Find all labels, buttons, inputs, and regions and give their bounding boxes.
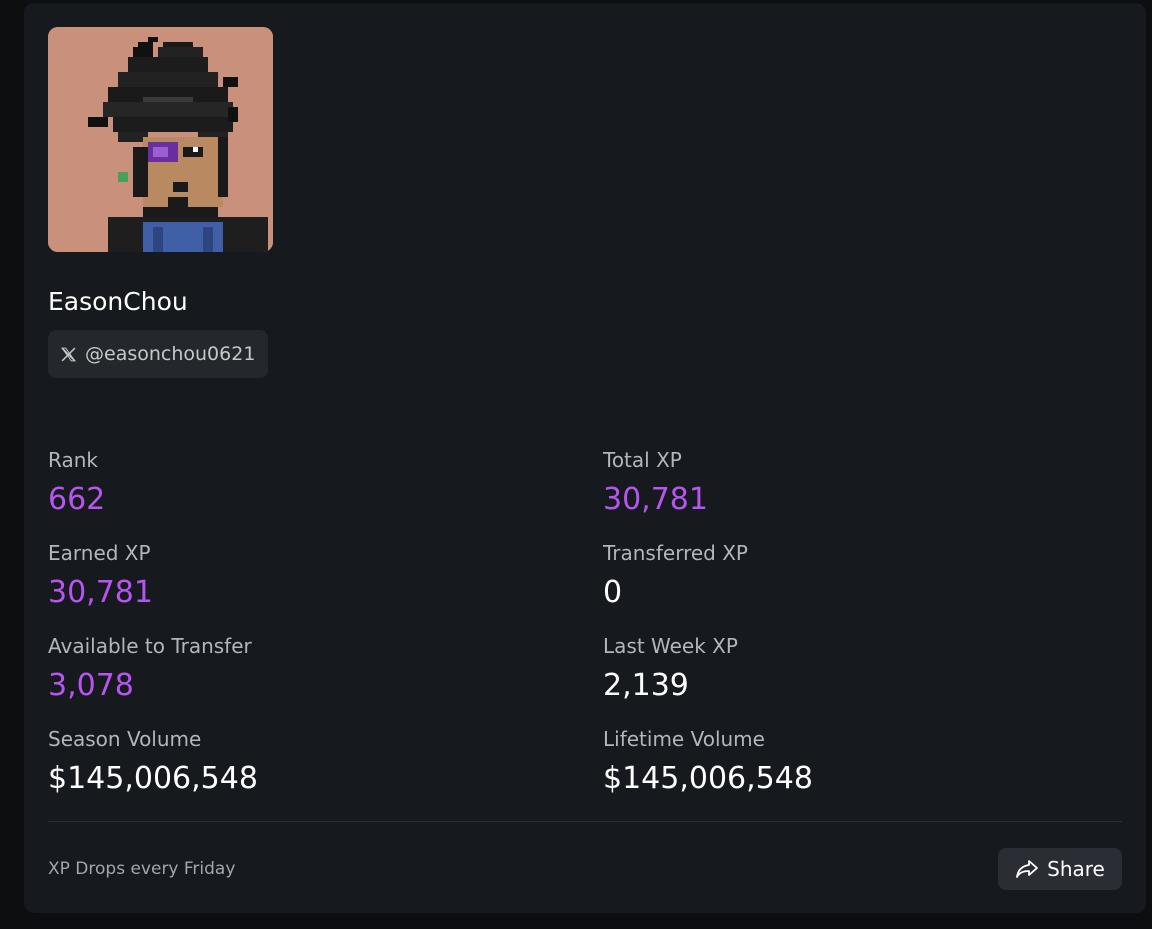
share-arrow-icon: [1015, 859, 1039, 879]
social-handle-link[interactable]: @easonchou0621: [48, 330, 269, 378]
xp-drop-note: XP Drops every Friday: [48, 859, 236, 879]
social-handle-text: @easonchou0621: [85, 343, 256, 365]
stat-earned-xp: Earned XP 30,781: [48, 541, 153, 611]
pixel-art-avatar-icon: [48, 27, 273, 252]
stat-transferred-xp: Transferred XP 0: [603, 541, 748, 611]
stat-value: $145,006,548: [48, 761, 258, 796]
stat-label: Rank: [48, 448, 98, 472]
stat-label: Total XP: [603, 448, 682, 472]
stat-value: 0: [603, 575, 623, 610]
stat-value: 3,078: [48, 668, 134, 703]
profile-card: EasonChou @easonchou0621 Rank 662 Earned…: [24, 3, 1146, 913]
stat-value: 2,139: [603, 668, 689, 703]
stat-value: $145,006,548: [603, 761, 813, 796]
stat-season-volume: Season Volume $145,006,548: [48, 727, 258, 797]
stat-lifetime-volume: Lifetime Volume $145,006,548: [603, 727, 813, 797]
share-button[interactable]: Share: [998, 848, 1122, 890]
stat-label: Last Week XP: [603, 634, 738, 658]
stat-label: Lifetime Volume: [603, 727, 765, 751]
divider: [48, 821, 1122, 822]
stat-value: 662: [48, 482, 106, 517]
stat-total-xp: Total XP 30,781: [603, 448, 708, 518]
share-label: Share: [1047, 857, 1105, 881]
avatar: [48, 27, 273, 252]
stat-available-to-transfer: Available to Transfer 3,078: [48, 634, 252, 704]
stat-rank: Rank 662: [48, 448, 105, 518]
x-logo-icon: [60, 346, 77, 363]
stat-label: Earned XP: [48, 541, 151, 565]
stat-value: 30,781: [48, 575, 153, 610]
stat-label: Transferred XP: [603, 541, 748, 565]
username: EasonChou: [48, 287, 188, 316]
stat-value: 30,781: [603, 482, 708, 517]
stat-label: Season Volume: [48, 727, 202, 751]
stat-last-week-xp: Last Week XP 2,139: [603, 634, 738, 704]
stat-label: Available to Transfer: [48, 634, 252, 658]
